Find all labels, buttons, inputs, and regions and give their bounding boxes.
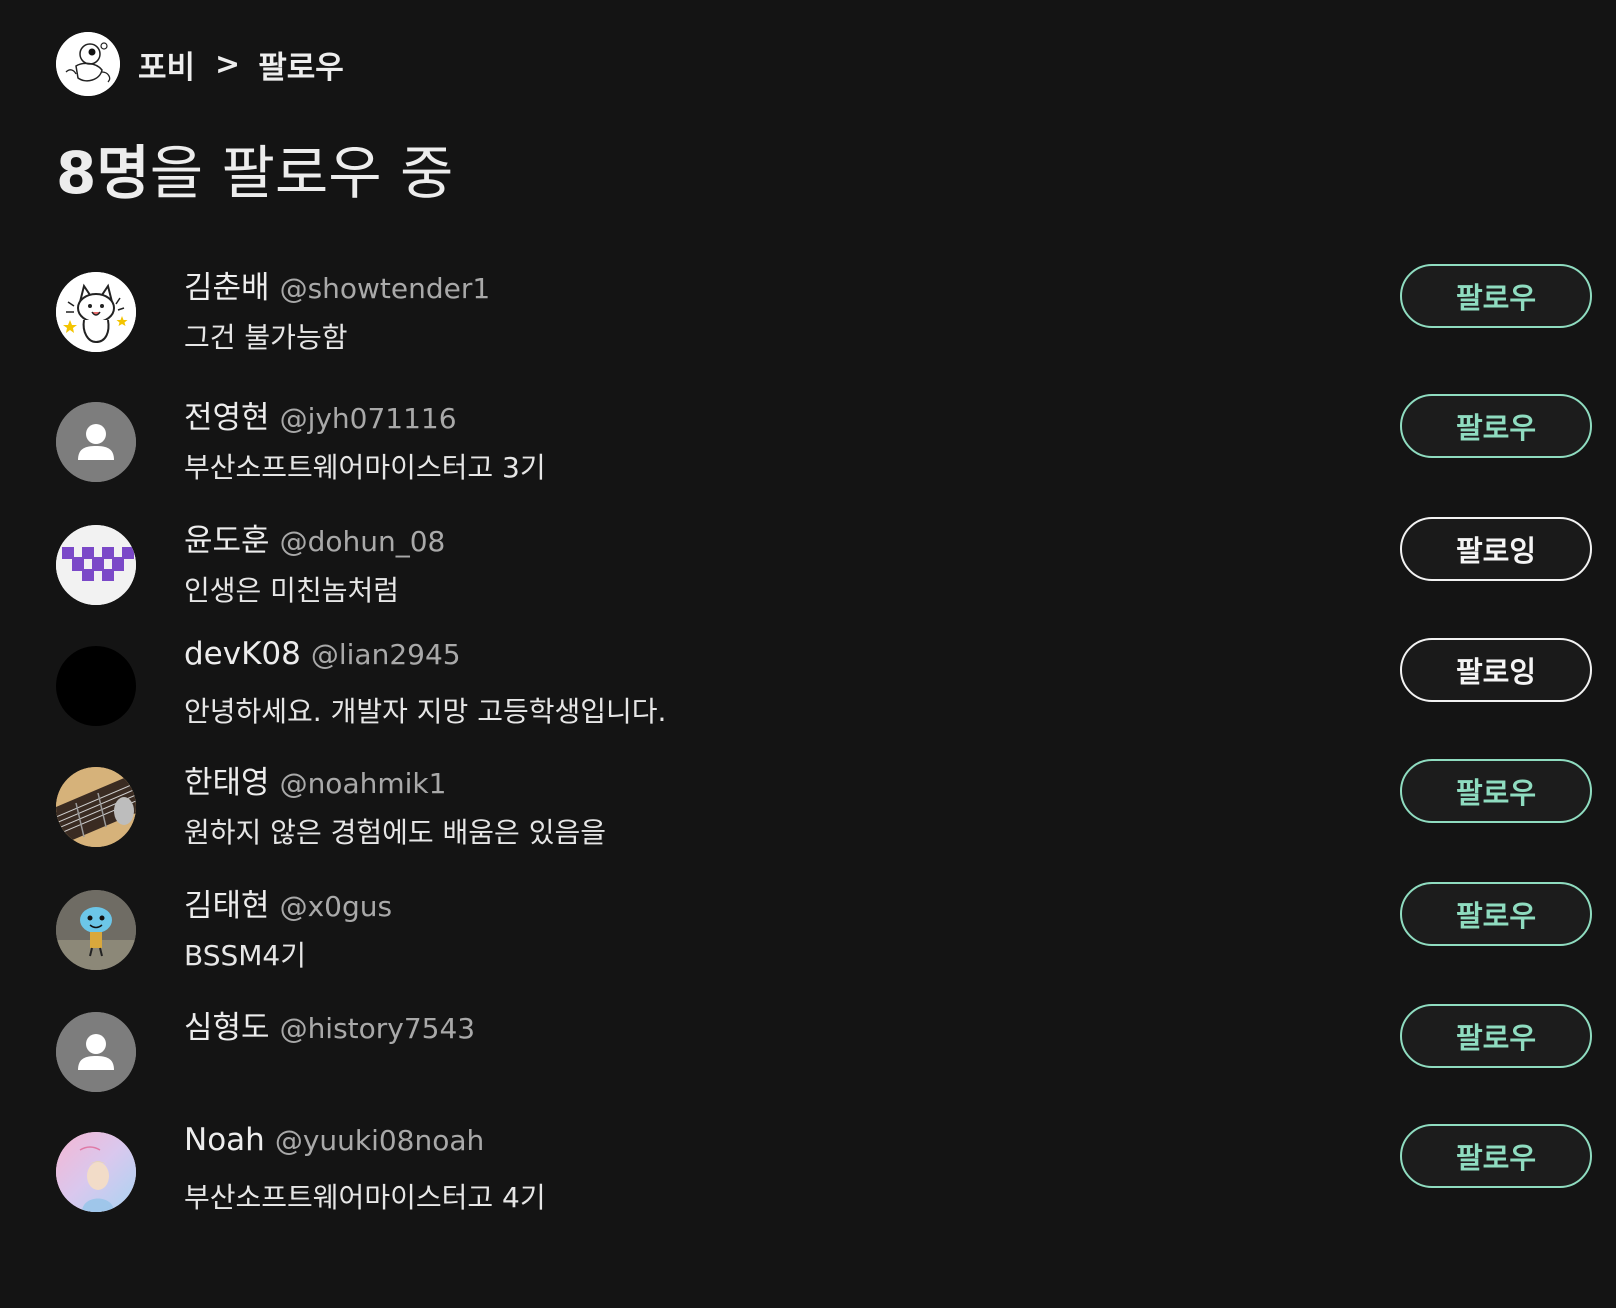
user-bio: BSSM4기 <box>184 939 306 972</box>
sketch-character-icon <box>56 32 120 96</box>
user-name-line: 한태영 @noahmik1 <box>184 757 446 802</box>
user-name-line: 김춘배 @showtender1 <box>184 262 490 307</box>
user-avatar[interactable] <box>56 767 136 847</box>
user-display-name[interactable]: 김춘배 <box>184 262 270 307</box>
breadcrumb-current: 팔로우 <box>258 49 344 86</box>
user-display-name[interactable]: devK08 <box>184 636 301 672</box>
user-avatar[interactable] <box>56 1012 136 1092</box>
user-avatar[interactable] <box>56 525 136 605</box>
user-bio: 부산소프트웨어마이스터고 3기 <box>184 451 546 484</box>
user-bio: 부산소프트웨어마이스터고 4기 <box>184 1181 546 1214</box>
follow-button[interactable]: 팔로우 <box>1400 264 1592 328</box>
user-display-name[interactable]: Noah <box>184 1122 265 1158</box>
user-bio: 인생은 미친놈처럼 <box>184 574 399 607</box>
user-handle[interactable]: @dohun_08 <box>280 525 446 558</box>
user-handle[interactable]: @yuuki08noah <box>275 1124 484 1157</box>
following-page: 포비 > 팔로우 8명을 팔로우 중 김춘배 @showtender1 그건 불… <box>0 0 1616 1308</box>
list-item: Noah @yuuki08noah 부산소프트웨어마이스터고 4기 팔로우 <box>0 1122 1616 1242</box>
list-item: 전영현 @jyh071116 부산소프트웨어마이스터고 3기 팔로우 <box>0 394 1616 512</box>
user-avatar[interactable] <box>56 1132 136 1212</box>
list-item: 윤도훈 @dohun_08 인생은 미친놈처럼 팔로잉 <box>0 517 1616 635</box>
user-name-line: 심형도 @history7543 <box>184 1002 475 1047</box>
list-item: 김태현 @x0gus BSSM4기 팔로우 <box>0 882 1616 1000</box>
breadcrumb: 포비 > 팔로우 <box>56 32 344 96</box>
user-display-name[interactable]: 윤도훈 <box>184 515 270 560</box>
page-title-text: 을 팔로우 중 <box>149 139 454 207</box>
default-person-icon <box>56 402 136 482</box>
following-count: 8명 <box>56 139 150 207</box>
owner-avatar[interactable] <box>56 32 120 96</box>
user-name-line: Noah @yuuki08noah <box>184 1122 484 1158</box>
user-avatar[interactable] <box>56 272 136 352</box>
breadcrumb-owner[interactable]: 포비 <box>138 42 195 87</box>
blue-character-icon <box>56 890 136 970</box>
user-display-name[interactable]: 김태현 <box>184 880 270 925</box>
page-title: 8명을 팔로우 중 <box>56 138 453 208</box>
cat-avatar-icon <box>56 272 136 352</box>
user-handle[interactable]: @noahmik1 <box>280 767 447 800</box>
follow-button[interactable]: 팔로우 <box>1400 1124 1592 1188</box>
user-avatar[interactable] <box>56 402 136 482</box>
user-bio: 그건 불가능함 <box>184 321 348 354</box>
list-item: 김춘배 @showtender1 그건 불가능함 팔로우 <box>0 264 1616 382</box>
user-avatar[interactable] <box>56 646 136 726</box>
user-name-line: 전영현 @jyh071116 <box>184 392 457 437</box>
user-display-name[interactable]: 심형도 <box>184 1002 270 1047</box>
user-handle[interactable]: @jyh071116 <box>280 402 457 435</box>
list-item: 한태영 @noahmik1 원하지 않은 경험에도 배움은 있음을 팔로우 <box>0 759 1616 877</box>
user-avatar[interactable] <box>56 890 136 970</box>
follow-button[interactable]: 팔로우 <box>1400 882 1592 946</box>
purple-pattern-icon <box>56 525 136 605</box>
breadcrumb-separator: > <box>215 46 241 82</box>
following-button[interactable]: 팔로잉 <box>1400 638 1592 702</box>
user-handle[interactable]: @x0gus <box>280 890 393 923</box>
default-person-icon <box>56 1012 136 1092</box>
user-handle[interactable]: @showtender1 <box>280 272 491 305</box>
user-name-line: 윤도훈 @dohun_08 <box>184 515 445 560</box>
user-bio: 안녕하세요. 개발자 지망 고등학생입니다. <box>184 695 667 728</box>
user-handle[interactable]: @lian2945 <box>311 638 461 671</box>
pastel-album-icon <box>56 1132 136 1212</box>
list-item: devK08 @lian2945 안녕하세요. 개발자 지망 고등학생입니다. … <box>0 636 1616 756</box>
follow-button[interactable]: 팔로우 <box>1400 1004 1592 1068</box>
list-item: 심형도 @history7543 팔로우 <box>0 1004 1616 1122</box>
follow-button[interactable]: 팔로우 <box>1400 759 1592 823</box>
guitar-photo-icon <box>56 767 136 847</box>
follow-button[interactable]: 팔로우 <box>1400 394 1592 458</box>
user-bio: 원하지 않은 경험에도 배움은 있음을 <box>184 816 607 849</box>
user-name-line: devK08 @lian2945 <box>184 636 461 672</box>
following-button[interactable]: 팔로잉 <box>1400 517 1592 581</box>
user-name-line: 김태현 @x0gus <box>184 880 392 925</box>
user-display-name[interactable]: 한태영 <box>184 757 270 802</box>
user-handle[interactable]: @history7543 <box>280 1012 476 1045</box>
user-display-name[interactable]: 전영현 <box>184 392 270 437</box>
